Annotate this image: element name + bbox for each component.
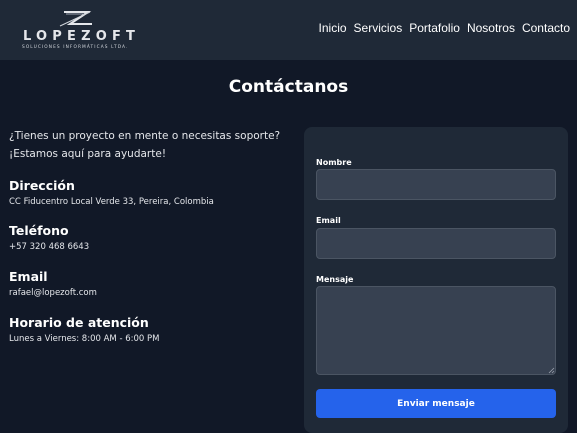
phone-block: Teléfono +57 320 468 6643 bbox=[9, 223, 89, 252]
address-value: CC Fiducentro Local Verde 33, Pereira, C… bbox=[9, 197, 214, 207]
page-title: Contáctanos bbox=[228, 77, 349, 97]
main-nav: Inicio Servicios Portafolio Nosotros Con… bbox=[319, 21, 570, 35]
hours-heading: Horario de atención bbox=[9, 315, 149, 330]
phone-heading: Teléfono bbox=[9, 223, 69, 238]
brand-name: LOPEZOFT bbox=[23, 29, 141, 44]
address-heading: Dirección bbox=[9, 178, 75, 193]
brand-logo[interactable]: LOPEZOFT SOLUCIONES INFORMÁTICAS LTDA. bbox=[20, 8, 150, 54]
nav-link-inicio[interactable]: Inicio bbox=[319, 21, 347, 35]
message-label: Mensaje bbox=[316, 275, 354, 284]
message-textarea[interactable] bbox=[316, 286, 556, 375]
nav-link-nosotros[interactable]: Nosotros bbox=[467, 21, 515, 35]
email-value[interactable]: rafael@lopezoft.com bbox=[9, 288, 97, 298]
email-heading: Email bbox=[9, 269, 48, 284]
contact-intro: ¿Tienes un proyecto en mente o necesitas… bbox=[9, 130, 281, 160]
submit-button[interactable]: Enviar mensaje bbox=[316, 389, 556, 418]
email-input[interactable] bbox=[316, 228, 556, 259]
hours-value: Lunes a Viernes: 8:00 AM - 6:00 PM bbox=[9, 334, 160, 344]
name-label: Nombre bbox=[316, 158, 352, 167]
nav-link-contacto[interactable]: Contacto bbox=[522, 21, 570, 35]
address-block: Dirección CC Fiducentro Local Verde 33, … bbox=[9, 178, 214, 207]
resize-grip-icon[interactable] bbox=[548, 367, 555, 374]
contact-form: Nombre Email Mensaje Enviar mensaje bbox=[304, 127, 568, 433]
email-label: Email bbox=[316, 216, 341, 225]
brand-tagline: SOLUCIONES INFORMÁTICAS LTDA. bbox=[22, 45, 129, 50]
name-input[interactable] bbox=[316, 169, 556, 200]
site-header: LOPEZOFT SOLUCIONES INFORMÁTICAS LTDA. I… bbox=[0, 0, 577, 60]
hours-block: Horario de atención Lunes a Viernes: 8:0… bbox=[9, 315, 159, 344]
phone-value: +57 320 468 6643 bbox=[9, 242, 90, 252]
nav-link-servicios[interactable]: Servicios bbox=[354, 21, 403, 35]
nav-link-portafolio[interactable]: Portafolio bbox=[409, 21, 460, 35]
email-block: Email rafael@lopezoft.com bbox=[9, 269, 97, 298]
